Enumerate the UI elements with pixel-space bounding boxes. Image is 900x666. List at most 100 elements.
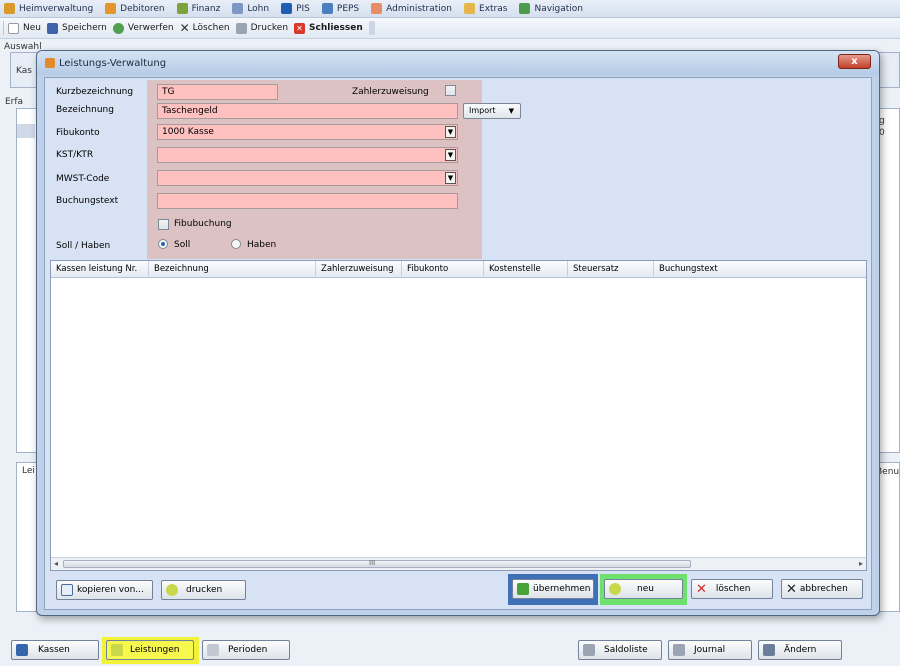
fibubuchung-checkbox[interactable] xyxy=(158,219,169,230)
bezeichnung-label: Bezeichnung xyxy=(56,105,114,115)
scrollbar-thumb[interactable] xyxy=(63,560,691,568)
saldoliste-button[interactable]: Saldoliste xyxy=(578,640,662,660)
journal-label: Journal xyxy=(694,645,726,655)
menu-heimverwaltung[interactable]: Heimverwaltung xyxy=(4,3,93,14)
copy-from-button[interactable]: kopieren von... xyxy=(56,580,153,600)
scroll-left-icon[interactable]: ◂ xyxy=(54,559,58,568)
scrollbar-grip-icon: III xyxy=(369,559,376,567)
horizontal-scrollbar[interactable]: ◂ III ▸ xyxy=(51,557,866,570)
kas-label: Kas xyxy=(16,66,32,76)
toolbar-overflow-grip[interactable] xyxy=(368,21,375,35)
dialog-app-icon xyxy=(45,58,55,68)
menu-debitoren[interactable]: Debitoren xyxy=(105,3,165,14)
fibukonto-label: Fibukonto xyxy=(56,128,100,138)
menu-pis[interactable]: PIS xyxy=(281,3,310,14)
dropdown-arrow-icon[interactable]: ▼ xyxy=(445,126,456,138)
cash-register-icon xyxy=(16,644,28,656)
menu-peps[interactable]: PEPS xyxy=(321,3,360,14)
save-button-label: Speichern xyxy=(61,23,107,33)
column-header-zahlerzuweisung[interactable]: Zahlerzuweisung xyxy=(316,261,402,278)
column-header-buchungstext[interactable]: Buchungstext xyxy=(654,261,866,278)
delete-red-x-icon: ✕ xyxy=(696,581,707,597)
dropdown-arrow-icon[interactable]: ▼ xyxy=(445,172,456,184)
column-header-fibukonto[interactable]: Fibukonto xyxy=(402,261,484,278)
kurzbezeichnung-label: Kurzbezeichnung xyxy=(56,87,134,97)
new-button[interactable]: Neu xyxy=(8,22,41,34)
kst-ktr-label: KST/KTR xyxy=(56,150,94,160)
loeschen-button[interactable]: ✕ löschen xyxy=(691,579,773,599)
refresh-icon xyxy=(112,22,124,34)
info-icon xyxy=(281,3,293,14)
column-header-bezeichnung[interactable]: Bezeichnung xyxy=(149,261,316,278)
printer-icon xyxy=(235,22,247,34)
haben-radio-label: Haben xyxy=(247,240,277,250)
print-button[interactable]: Drucken xyxy=(235,22,288,34)
scroll-right-icon[interactable]: ▸ xyxy=(859,559,863,568)
journal-icon xyxy=(673,644,685,656)
neu-button[interactable]: neu xyxy=(604,579,683,599)
menu-navigation[interactable]: Navigation xyxy=(519,3,583,14)
abbrechen-button[interactable]: ✕ abbrechen xyxy=(781,579,863,599)
copy-from-label: kopieren von... xyxy=(77,585,144,595)
new-arrow-icon xyxy=(609,583,621,595)
leistungen-label: Leistungen xyxy=(130,645,180,655)
kassen-label: Kassen xyxy=(38,645,70,655)
column-header-kostenstelle[interactable]: Kostenstelle xyxy=(484,261,568,278)
leistungen-grid[interactable]: Kassen leistung Nr. Bezeichnung Zahlerzu… xyxy=(50,260,867,571)
buchungstext-input[interactable] xyxy=(157,193,458,209)
menu-label: PEPS xyxy=(336,3,360,14)
import-label: Import xyxy=(469,106,496,115)
fibukonto-select[interactable]: 1000 Kasse ▼ xyxy=(157,124,458,140)
import-dropdown-button[interactable]: Import ▼ xyxy=(463,103,521,119)
menu-finanz[interactable]: Finanz xyxy=(176,3,220,14)
soll-radio[interactable] xyxy=(158,239,168,249)
menu-label: Extras xyxy=(479,3,508,14)
main-toolbar: Neu Speichern Verwerfen ✕ Löschen Drucken… xyxy=(0,18,900,39)
column-header-nr[interactable]: Kassen leistung Nr. xyxy=(51,261,149,278)
dialog-titlebar[interactable]: Leistungs-Verwaltung xyxy=(37,51,879,75)
menu-lohn[interactable]: Lohn xyxy=(232,3,269,14)
uebernehmen-button[interactable]: übernehmen xyxy=(512,579,594,599)
aendern-label: Ändern xyxy=(784,645,817,655)
save-icon xyxy=(46,22,58,34)
toolbar-separator xyxy=(3,21,4,35)
dialog-close-button[interactable]: x xyxy=(838,54,871,69)
haben-radio[interactable] xyxy=(231,239,241,249)
menu-extras[interactable]: Extras xyxy=(464,3,507,14)
delete-button[interactable]: ✕ Löschen xyxy=(180,21,230,35)
mwst-code-label: MWST-Code xyxy=(56,174,110,184)
close-red-icon: ✕ xyxy=(294,22,306,34)
close-toolbar-button[interactable]: ✕ Schliessen xyxy=(294,22,363,34)
kst-ktr-select[interactable]: ▼ xyxy=(157,147,458,163)
column-header-steuersatz[interactable]: Steuersatz xyxy=(568,261,654,278)
print-dialog-button[interactable]: drucken xyxy=(161,580,246,600)
perioden-button[interactable]: Perioden xyxy=(202,640,290,660)
bezeichnung-input[interactable]: Taschengeld xyxy=(157,103,458,119)
discard-button[interactable]: Verwerfen xyxy=(112,22,174,34)
menu-administration[interactable]: Administration xyxy=(371,3,452,14)
journal-button[interactable]: Journal xyxy=(668,640,752,660)
main-menubar: Heimverwaltung Debitoren Finanz Lohn PIS PEPS… xyxy=(0,0,900,18)
leistungen-icon xyxy=(111,644,123,656)
soll-radio-label: Soll xyxy=(174,240,191,250)
kurzbezeichnung-input[interactable]: TG xyxy=(157,84,278,100)
mwst-code-select[interactable]: ▼ xyxy=(157,170,458,186)
lei-label: Lei xyxy=(22,466,35,476)
neu-label: neu xyxy=(637,584,654,594)
leistungen-button[interactable]: Leistungen xyxy=(106,640,194,660)
zahlerzuweisung-checkbox[interactable] xyxy=(445,85,456,96)
menu-label: PIS xyxy=(296,3,310,14)
finance-icon xyxy=(176,3,188,14)
copy-icon xyxy=(61,584,73,596)
menu-label: Lohn xyxy=(247,3,270,14)
aendern-button[interactable]: Ändern xyxy=(758,640,842,660)
menu-label: Heimverwaltung xyxy=(19,3,94,14)
kassen-button[interactable]: Kassen xyxy=(11,640,99,660)
menu-label: Navigation xyxy=(534,3,584,14)
chevron-down-icon: ▼ xyxy=(508,107,514,115)
save-button[interactable]: Speichern xyxy=(46,22,107,34)
saldoliste-label: Saldoliste xyxy=(604,645,648,655)
dialog-body: Kurzbezeichnung TG Zahlerzuweisung Bezei… xyxy=(44,77,872,610)
dropdown-arrow-icon[interactable]: ▼ xyxy=(445,149,456,161)
extras-icon xyxy=(464,3,476,14)
